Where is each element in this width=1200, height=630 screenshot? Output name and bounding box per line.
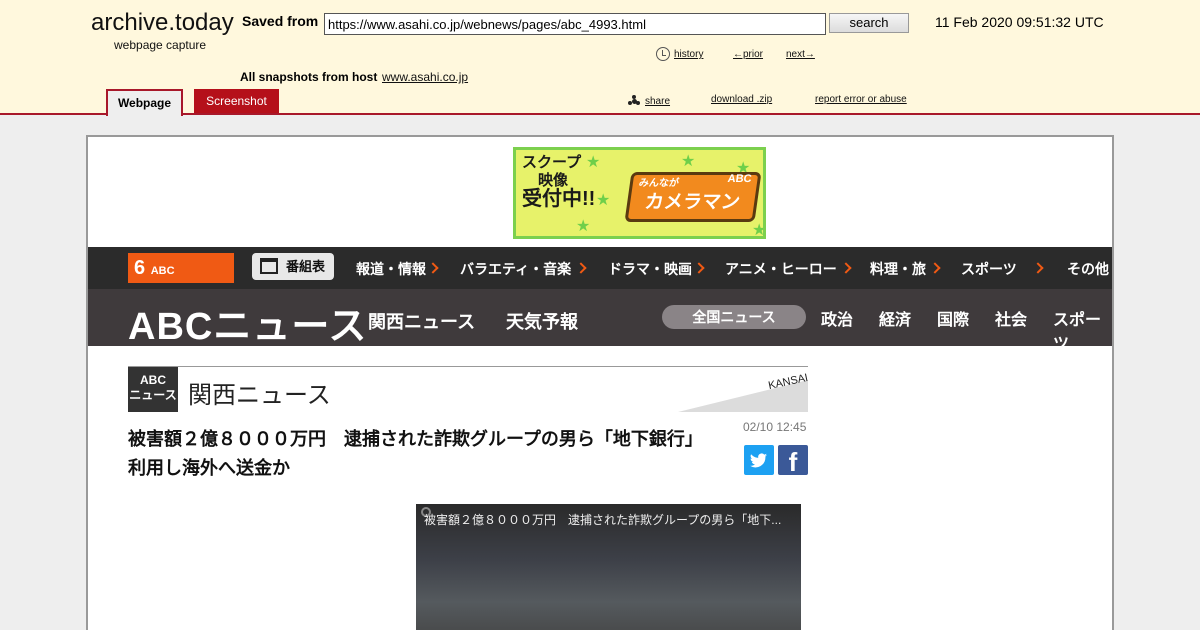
nav-politics[interactable]: 政治 xyxy=(821,306,853,330)
chevron-right-icon xyxy=(929,262,941,274)
article-date: 02/10 12:45 xyxy=(743,420,807,434)
ad-brand: カメラマン xyxy=(643,192,742,213)
ad-brand-block: ABC みんなが カメラマン xyxy=(624,172,762,222)
chevron-right-icon xyxy=(840,262,852,274)
snapshots-host-link[interactable]: www.asahi.co.jp xyxy=(382,70,468,84)
archive-header: archive.today webpage capture Saved from… xyxy=(0,0,1200,116)
national-news-pill[interactable]: 全国ニュース xyxy=(662,305,806,329)
chevron-right-icon xyxy=(427,262,439,274)
nav-news-info[interactable]: 報道・情報 xyxy=(356,259,426,279)
download-zip-link[interactable]: download .zip xyxy=(711,94,772,105)
nav-weather[interactable]: 天気予報 xyxy=(506,308,578,334)
ad-brand-prefix: みんなが xyxy=(638,178,680,189)
search-button[interactable]: search xyxy=(829,13,909,33)
nav-sports[interactable]: スポーツ xyxy=(961,259,1017,279)
section-logo-line1: ABC xyxy=(140,373,166,387)
captured-page-frame: ★ ★ ★ ★ ★ ★ スクープ 映像 受付中!! ABC みんなが カメラマン… xyxy=(86,135,1114,630)
all-snapshots-label: All snapshots from host xyxy=(240,70,378,84)
prior-link[interactable]: ←prior xyxy=(733,49,763,60)
url-input[interactable] xyxy=(324,13,826,35)
ad-line1: スクープ xyxy=(522,154,582,171)
nav-cooking-travel[interactable]: 料理・旅 xyxy=(870,259,926,279)
news-nav: ABCニュース 関西ニュース 天気予報 全国ニュース 政治 経済 国際 社会 ス… xyxy=(88,289,1112,353)
abc-news-logo[interactable]: ABCニュース xyxy=(128,295,367,350)
abc-channel-logo[interactable]: 6 ABC xyxy=(128,253,234,283)
report-abuse-link[interactable]: report error or abuse xyxy=(815,94,907,105)
history-icon[interactable] xyxy=(656,47,670,61)
logo-text: ABC xyxy=(150,265,175,277)
nav-drama-movie[interactable]: ドラマ・映画 xyxy=(608,259,692,279)
nav-sports-news[interactable]: スポーツ xyxy=(1053,306,1112,354)
chevron-right-icon xyxy=(693,262,705,274)
archive-logo[interactable]: archive.today xyxy=(91,9,234,37)
program-guide-button[interactable]: 番組表 xyxy=(252,253,334,280)
share-icon[interactable] xyxy=(628,95,640,107)
tab-screenshot[interactable]: Screenshot xyxy=(194,89,279,113)
facebook-share-icon[interactable]: f xyxy=(778,445,808,477)
nav-variety-music[interactable]: バラエティ・音楽 xyxy=(460,259,571,279)
section-title: 関西ニュース xyxy=(188,382,331,409)
video-player[interactable]: 被害額２億８０００万円 逮捕された詐欺グループの男ら「地下... xyxy=(416,504,801,630)
article-headline: 被害額２億８０００万円 逮捕された詐欺グループの男ら「地下銀行」利用し海外へ送金… xyxy=(128,429,703,478)
nav-other[interactable]: その他 xyxy=(1067,259,1109,279)
logo-number: 6 xyxy=(134,257,146,279)
tab-webpage[interactable]: Webpage xyxy=(106,89,183,116)
saved-from-label: Saved from xyxy=(242,13,319,29)
program-guide-label: 番組表 xyxy=(286,259,326,274)
nav-anime-hero[interactable]: アニメ・ヒーロー xyxy=(725,259,837,279)
ad-tagline: スクープ 映像 受付中!! xyxy=(522,154,596,210)
chevron-right-icon xyxy=(575,262,587,274)
section-header: ABC ニュース 関西ニュース KANSAI xyxy=(128,366,809,412)
nav-international[interactable]: 国際 xyxy=(937,306,969,330)
nav-society[interactable]: 社会 xyxy=(995,306,1027,330)
capture-timestamp: 11 Feb 2020 09:51:32 UTC xyxy=(935,14,1104,30)
section-logo-line2: ニュース xyxy=(129,388,177,402)
ad-line3: 受付中!! xyxy=(522,188,596,210)
top-network-nav: 6 ABC 番組表 報道・情報 バラエティ・音楽 ドラマ・映画 アニメ・ヒーロー… xyxy=(88,247,1112,289)
video-title: 被害額２億８０００万円 逮捕された詐欺グループの男ら「地下... xyxy=(424,513,782,527)
nav-kansai-news[interactable]: 関西ニュース xyxy=(368,308,475,334)
ad-banner[interactable]: ★ ★ ★ ★ ★ ★ スクープ 映像 受付中!! ABC みんなが カメラマン xyxy=(513,147,766,239)
next-link[interactable]: next→ xyxy=(786,49,815,60)
section-logo: ABC ニュース xyxy=(128,367,178,412)
archive-logo-subtitle: webpage capture xyxy=(114,38,207,52)
nav-economy[interactable]: 経済 xyxy=(879,306,911,330)
chevron-right-icon xyxy=(1032,262,1044,274)
ad-brand-small: ABC xyxy=(726,173,753,185)
history-link[interactable]: history xyxy=(674,49,703,60)
twitter-share-icon[interactable] xyxy=(744,445,774,475)
share-link[interactable]: share xyxy=(645,96,670,107)
calendar-icon xyxy=(260,258,278,274)
